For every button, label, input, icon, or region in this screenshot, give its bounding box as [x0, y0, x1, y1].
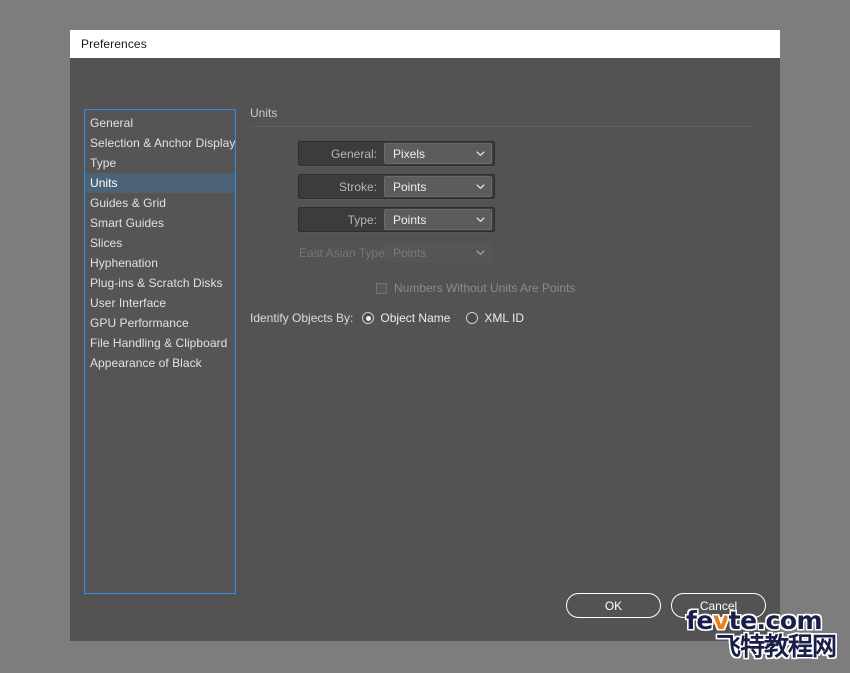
sidebar-item-label: Smart Guides — [90, 216, 164, 230]
sidebar-item-label: GPU Performance — [90, 316, 189, 330]
chevron-down-icon — [476, 248, 485, 257]
unit-select-stroke[interactable]: Points — [384, 176, 492, 197]
sidebar-item-appearance-of-black[interactable]: Appearance of Black — [85, 353, 235, 373]
sidebar-item-label: Slices — [90, 236, 123, 250]
chevron-down-icon[interactable] — [476, 182, 485, 191]
ok-button[interactable]: OK — [566, 593, 661, 618]
unit-row-east-asian-type: East Asian Type: Points — [250, 240, 766, 265]
sidebar-item-plug-ins-scratch-disks[interactable]: Plug-ins & Scratch Disks — [85, 273, 235, 293]
unit-select-value-type: Points — [393, 212, 427, 227]
sidebar-item-label: General — [90, 116, 134, 130]
sidebar-item-label: Hyphenation — [90, 256, 158, 270]
unit-row-type: Type: Points — [250, 207, 766, 232]
sidebar-item-file-handling-clipboard[interactable]: File Handling & Clipboard — [85, 333, 235, 353]
identify-objects-options[interactable]: Object Name XML ID — [362, 311, 540, 325]
chevron-down-icon[interactable] — [476, 149, 485, 158]
numbers-without-units-row[interactable]: Numbers Without Units Are Points — [376, 281, 766, 295]
sidebar-item-units[interactable]: Units — [85, 173, 235, 193]
sidebar-item-label: Appearance of Black — [90, 356, 202, 370]
sidebar-item-selection-anchor-display[interactable]: Selection & Anchor Display — [85, 133, 235, 153]
panel-heading: Units — [250, 106, 278, 120]
radio-label-xml-id: XML ID — [484, 311, 524, 325]
radio-button-xml-id[interactable] — [466, 312, 479, 324]
cancel-button[interactable]: Cancel — [671, 593, 766, 618]
units-panel: Units General: Pixels Stroke: Points Type: Po… — [250, 106, 766, 325]
sidebar-item-smart-guides[interactable]: Smart Guides — [85, 213, 235, 233]
category-list[interactable]: General Selection & Anchor Display Type Uni… — [84, 109, 236, 594]
unit-field-stroke[interactable]: Stroke: Points — [298, 174, 495, 199]
unit-field-general[interactable]: General: Pixels — [298, 141, 495, 166]
sidebar-item-label: Plug-ins & Scratch Disks — [90, 276, 223, 290]
unit-select-value-stroke: Points — [393, 179, 427, 194]
sidebar-item-hyphenation[interactable]: Hyphenation — [85, 253, 235, 273]
unit-label-type: Type: — [347, 212, 377, 227]
radio-button-object-name[interactable] — [362, 312, 375, 324]
unit-select-general[interactable]: Pixels — [384, 143, 492, 164]
numbers-without-units-checkbox[interactable] — [376, 282, 387, 294]
unit-rows-group: General: Pixels Stroke: Points Type: Points Ea… — [250, 141, 766, 265]
radio-option-xml-id[interactable]: XML ID — [466, 311, 524, 325]
unit-field-east-asian-type: East Asian Type: Points — [298, 240, 495, 265]
unit-field-type[interactable]: Type: Points — [298, 207, 495, 232]
sidebar-item-user-interface[interactable]: User Interface — [85, 293, 235, 313]
preferences-dialog: Preferences General Selection & Anchor Di… — [70, 30, 780, 641]
unit-select-value-general: Pixels — [393, 146, 426, 161]
unit-label-stroke: Stroke: — [338, 179, 377, 194]
identify-objects-label: Identify Objects By: — [250, 311, 354, 325]
unit-select-value-east-asian-type: Points — [393, 245, 427, 260]
panel-separator — [250, 126, 755, 127]
dialog-title: Preferences — [81, 37, 147, 51]
chevron-down-icon[interactable] — [476, 215, 485, 224]
sidebar-item-type[interactable]: Type — [85, 153, 235, 173]
sidebar-item-label: Type — [90, 156, 117, 170]
dialog-body: General Selection & Anchor Display Type Uni… — [70, 58, 780, 641]
unit-row-stroke: Stroke: Points — [250, 174, 766, 199]
sidebar-item-label: Guides & Grid — [90, 196, 167, 210]
sidebar-item-label: Selection & Anchor Display — [90, 136, 236, 150]
sidebar-item-general[interactable]: General — [85, 113, 235, 133]
sidebar-item-gpu-performance[interactable]: GPU Performance — [85, 313, 235, 333]
dialog-titlebar: Preferences — [70, 30, 780, 58]
unit-label-east-asian-type: East Asian Type: — [299, 245, 389, 260]
radio-option-object-name[interactable]: Object Name — [362, 311, 450, 325]
sidebar-item-guides-grid[interactable]: Guides & Grid — [85, 193, 235, 213]
radio-label-object-name: Object Name — [380, 311, 451, 325]
numbers-without-units-label: Numbers Without Units Are Points — [394, 281, 576, 295]
sidebar-item-label: Units — [90, 176, 118, 190]
unit-label-general: General: — [330, 146, 377, 161]
sidebar-item-label: File Handling & Clipboard — [90, 336, 228, 350]
sidebar-item-label: User Interface — [90, 296, 167, 310]
unit-select-east-asian-type: Points — [384, 242, 492, 263]
dialog-footer: OK Cancel — [566, 593, 766, 618]
identify-objects-row: Identify Objects By: Object Name XML ID — [250, 311, 766, 325]
unit-select-type[interactable]: Points — [384, 209, 492, 230]
unit-row-general: General: Pixels — [250, 141, 766, 166]
sidebar-item-slices[interactable]: Slices — [85, 233, 235, 253]
